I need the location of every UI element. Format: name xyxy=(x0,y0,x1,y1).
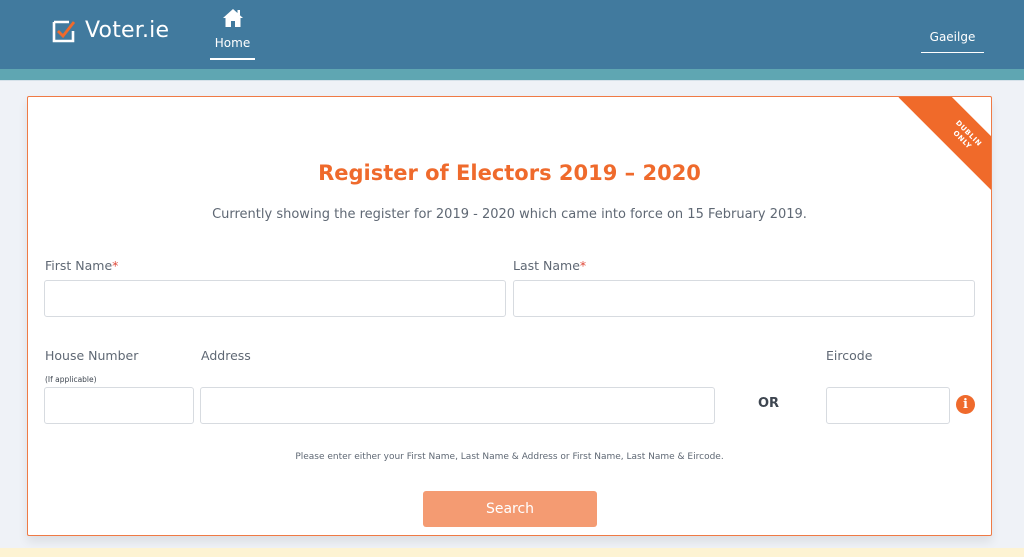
nav-home-label: Home xyxy=(214,36,251,50)
house-number-input[interactable] xyxy=(44,387,194,424)
search-register-card: DUBLIN ONLY Register of Electors 2019 – … xyxy=(27,96,992,536)
brand-logo[interactable]: Voter.ie xyxy=(52,18,169,43)
house-number-label: House Number xyxy=(45,348,139,363)
required-marker: * xyxy=(579,258,587,273)
top-navigation-bar: Voter.ie Home Gaeilge xyxy=(0,0,1024,69)
first-name-label: First Name* xyxy=(45,258,118,273)
language-toggle-link[interactable]: Gaeilge xyxy=(921,30,984,53)
last-name-input[interactable] xyxy=(513,280,975,317)
address-label: Address xyxy=(201,348,251,363)
eircode-input[interactable] xyxy=(826,387,950,424)
brand-name: Voter.ie xyxy=(85,18,170,43)
checkbox-tick-icon xyxy=(52,20,76,42)
house-number-note: (If applicable) xyxy=(45,375,97,384)
last-name-label-text: Last Name xyxy=(513,258,580,273)
required-marker: * xyxy=(112,258,119,273)
language-label: Gaeilge xyxy=(929,30,976,44)
eircode-label: Eircode xyxy=(826,348,873,363)
active-nav-indicator xyxy=(210,58,255,60)
header-divider xyxy=(0,80,1024,81)
footer-strip xyxy=(0,548,1024,557)
address-input[interactable] xyxy=(200,387,715,424)
search-button[interactable]: Search xyxy=(423,491,597,527)
search-hint-text: Please enter either your First Name, Las… xyxy=(295,452,724,462)
first-name-label-text: First Name xyxy=(45,258,113,273)
home-icon xyxy=(222,9,243,27)
page-title: Register of Electors 2019 – 2020 xyxy=(318,161,701,185)
header-accent-bar xyxy=(0,69,1024,80)
or-separator: OR xyxy=(758,396,780,411)
nav-item-home[interactable]: Home xyxy=(210,8,255,60)
register-description: Currently showing the register for 2019 … xyxy=(212,207,807,222)
language-underline xyxy=(921,52,984,53)
info-icon[interactable]: i xyxy=(956,395,975,414)
first-name-input[interactable] xyxy=(44,280,506,317)
last-name-label: Last Name* xyxy=(513,258,586,273)
